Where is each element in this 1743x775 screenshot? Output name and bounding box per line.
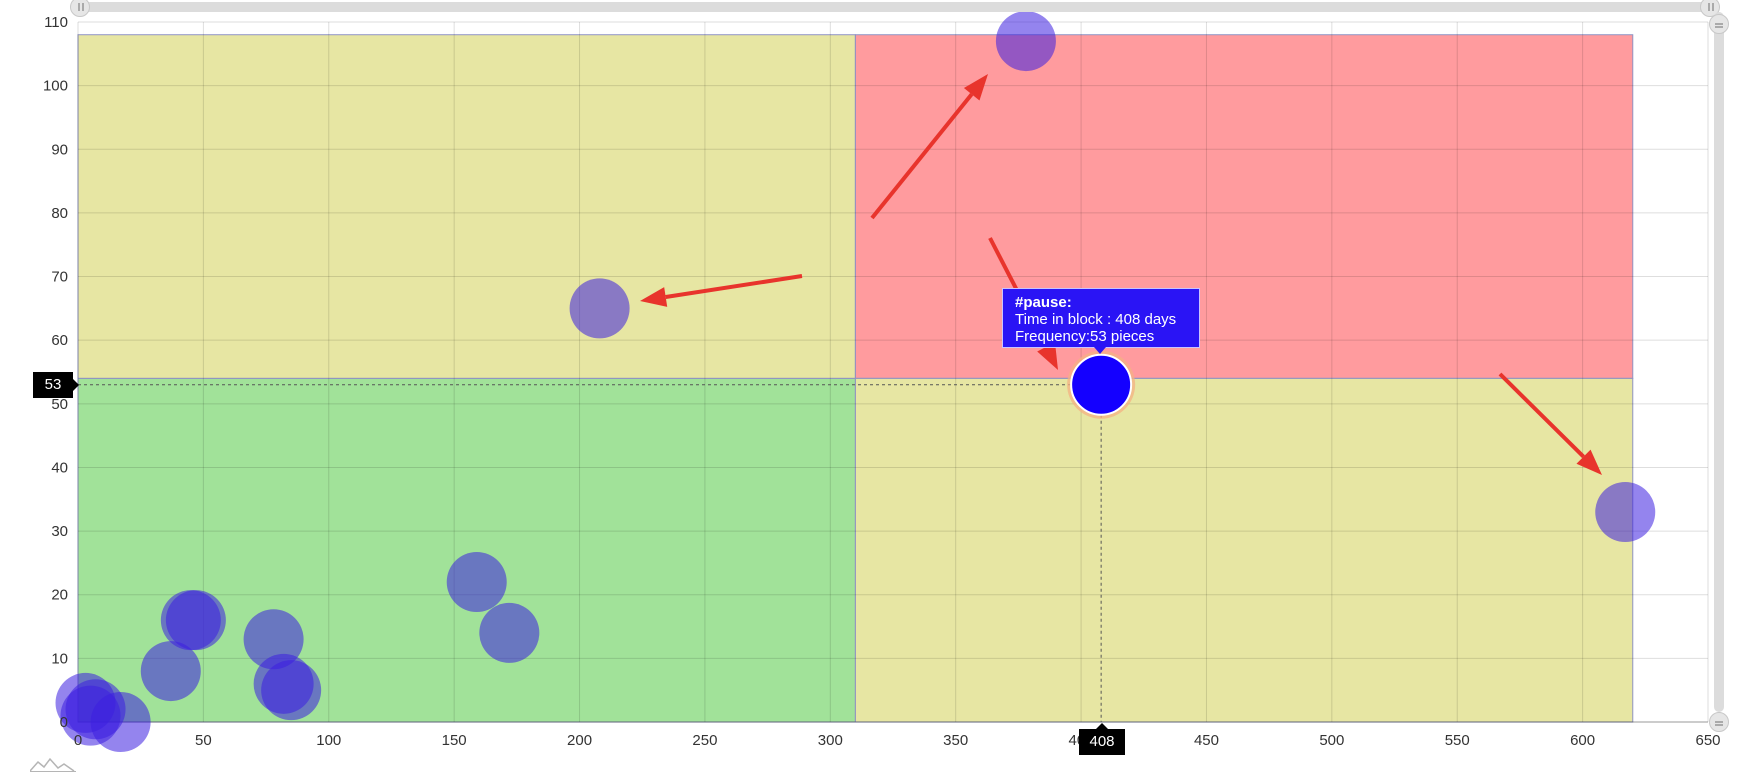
tooltip-frequency: Frequency:53 pieces (1015, 328, 1155, 345)
y-tick-label: 40 (51, 459, 68, 476)
horizontal-scrollbar[interactable] (80, 2, 1710, 12)
data-bubble[interactable] (569, 278, 630, 339)
data-bubble[interactable] (995, 11, 1056, 72)
vertical-scrollbar[interactable] (1714, 12, 1724, 712)
data-bubble[interactable] (1595, 482, 1656, 542)
x-tick-label: 650 (1695, 732, 1720, 749)
data-bubble[interactable] (479, 602, 540, 663)
y-tick-label: 50 (51, 396, 68, 413)
data-bubble[interactable] (165, 590, 226, 651)
y-tick-label: 20 (51, 587, 68, 604)
x-tick-label: 100 (316, 732, 341, 749)
y-tick-label: 90 (51, 141, 68, 158)
x-tick-label: 300 (818, 732, 843, 749)
y-tick-label: 100 (43, 78, 68, 95)
x-tick-label: 0 (74, 732, 82, 749)
data-bubble[interactable] (90, 692, 151, 752)
tooltip-time-in-block: Time in block : 408 days (1015, 311, 1177, 328)
x-axis-ticks: 050100150200250300350400450500550600650 (74, 732, 1721, 749)
bubble-tooltip: #pause: Time in block : 408 days Frequen… (1002, 288, 1200, 354)
y-tick-label: 0 (60, 714, 68, 731)
quadrant-regions (77, 34, 1634, 723)
y-tick-label: 80 (51, 205, 68, 222)
chart-logo-icon (30, 757, 76, 772)
y-tick-label: 60 (51, 332, 68, 349)
y-tick-label: 30 (51, 523, 68, 540)
data-bubble[interactable] (446, 552, 507, 612)
x-tick-label: 350 (943, 732, 968, 749)
tooltip-title: #pause: (1015, 294, 1072, 311)
crosshair-x-label: 408 (1079, 723, 1125, 755)
y-tick-label: 70 (51, 269, 68, 286)
scrollbar-bottom-grip-icon[interactable] (1709, 712, 1729, 732)
y-tick-label: 10 (51, 650, 68, 667)
x-tick-label: 50 (195, 732, 212, 749)
x-tick-label: 500 (1319, 732, 1344, 749)
x-tick-label: 200 (567, 732, 592, 749)
data-bubble[interactable] (261, 660, 322, 721)
highlighted-bubble[interactable] (1070, 353, 1133, 416)
scrollbar-top-grip-icon[interactable] (1709, 14, 1729, 34)
x-tick-label: 550 (1445, 732, 1470, 749)
x-tick-label: 150 (442, 732, 467, 749)
crosshair-y-label: 53 (33, 372, 79, 398)
quadrant-region-4 (854, 377, 1634, 723)
x-tick-label: 600 (1570, 732, 1595, 749)
x-tick-label: 450 (1194, 732, 1219, 749)
quadrant-region-2 (77, 34, 856, 379)
y-tick-label: 110 (44, 14, 68, 31)
scatter-chart: 050100150200250300350400450500550600650 … (43, 11, 1721, 752)
x-tick-label: 250 (692, 732, 717, 749)
